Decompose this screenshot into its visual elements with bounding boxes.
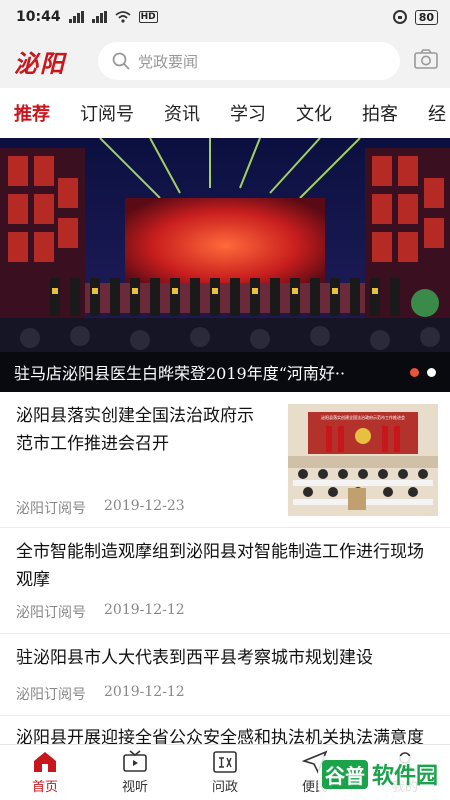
site-watermark: 谷普 软件园 (317, 756, 442, 792)
tab-study[interactable]: 学习 (230, 100, 266, 126)
tab-video-label: 视听 (121, 780, 148, 795)
tab-culture[interactable]: 文化 (296, 100, 332, 126)
news-date: 2019-12-12 (104, 684, 185, 700)
signal-icon-2 (91, 11, 107, 23)
news-title: 全市智能制造观摩组到泌阳县对智能制造工作进行现场 观摩 (16, 542, 424, 590)
news-meta: 泌阳订阅号 2019-12-23 (16, 498, 185, 518)
hd-icon: HD (138, 11, 158, 23)
banner-title: 驻马店泌阳县医生白晔荣登2019年度“河南好·· (14, 364, 346, 383)
battery-indicator: 80 (414, 9, 438, 25)
news-meta: 泌阳订阅号 2019-12-12 (16, 602, 185, 622)
thumb-caption: 泌阳县落实创建全国法治政府示范市工作推进会 (321, 414, 405, 420)
wifi-icon (114, 11, 131, 23)
tab-news[interactable]: 资讯 (164, 100, 200, 126)
news-source: 泌阳订阅号 (16, 501, 86, 517)
news-meta: 泌阳订阅号 2019-12-12 (16, 684, 185, 704)
signal-icon (68, 11, 84, 23)
news-item[interactable]: 泌阳县开展迎接全省公众安全感和执法机关执法满意度 (0, 716, 450, 744)
app-logo: 泌阳 (14, 48, 66, 78)
news-date: 2019-12-12 (104, 602, 185, 618)
meeting-image: 泌阳县落实创建全国法治政府示范市工作推进会 (288, 404, 438, 516)
news-date: 2019-12-23 (104, 498, 185, 514)
status-bar: 10:44 HD 80 (0, 0, 450, 34)
camera-button[interactable] (414, 49, 438, 73)
news-title: 泌阳县开展迎接全省公众安全感和执法机关执法满意度 (16, 728, 424, 744)
carousel-dot-1[interactable] (410, 367, 419, 377)
news-title: 泌阳县落实创建全国法治政府示 范市工作推进会召开 (16, 406, 254, 454)
tab-subscriptions[interactable]: 订阅号 (80, 100, 134, 126)
banner-caption: 驻马店泌阳县医生白晔荣登2019年度“河南好·· (0, 352, 450, 392)
news-source: 泌阳订阅号 (16, 687, 86, 703)
news-item[interactable]: 全市智能制造观摩组到泌阳县对智能制造工作进行现场 观摩 泌阳订阅号 2019-1… (0, 528, 450, 634)
search-input[interactable]: 党政要闻 (98, 42, 400, 80)
tv-icon (123, 750, 147, 772)
news-source: 泌阳订阅号 (16, 605, 86, 621)
camera-icon (414, 49, 438, 69)
zheng-icon (213, 751, 237, 773)
search-placeholder: 党政要闻 (138, 52, 199, 71)
category-tabs: 推荐 订阅号 资讯 学习 文化 拍客 经 (0, 88, 450, 138)
watermark-text: 软件园 (371, 764, 438, 789)
tab-home-label: 首页 (31, 780, 58, 795)
news-thumbnail: 泌阳县落实创建全国法治政府示范市工作推进会 (288, 404, 438, 516)
lock-icon (392, 10, 407, 24)
tab-home[interactable]: 首页 (0, 745, 90, 800)
home-icon (34, 752, 56, 772)
carousel-dot-2[interactable] (427, 367, 436, 377)
watermark-badge: 谷普 (321, 759, 368, 789)
news-item[interactable]: 驻泌阳县市人大代表到西平县考察城市规划建设 泌阳订阅号 2019-12-12 (0, 634, 450, 716)
tab-politics[interactable]: 问政 (180, 745, 270, 800)
tab-video[interactable]: 视听 (90, 745, 180, 800)
tab-economy[interactable]: 经 (428, 100, 446, 126)
carousel-indicator (410, 367, 436, 377)
status-time: 10:44 (16, 9, 61, 25)
app-header: 泌阳 党政要闻 (0, 34, 450, 88)
tab-photographer[interactable]: 拍客 (362, 100, 398, 126)
tab-recommend[interactable]: 推荐 (14, 100, 50, 126)
news-item[interactable]: 泌阳县落实创建全国法治政府示 范市工作推进会召开 泌阳订阅号 2019-12-2… (0, 392, 450, 528)
search-icon (112, 52, 130, 70)
featured-banner[interactable]: 驻马店泌阳县医生白晔荣登2019年度“河南好·· (0, 138, 450, 392)
tab-politics-label: 问政 (211, 780, 238, 795)
news-title: 驻泌阳县市人大代表到西平县考察城市规划建设 (16, 648, 373, 668)
